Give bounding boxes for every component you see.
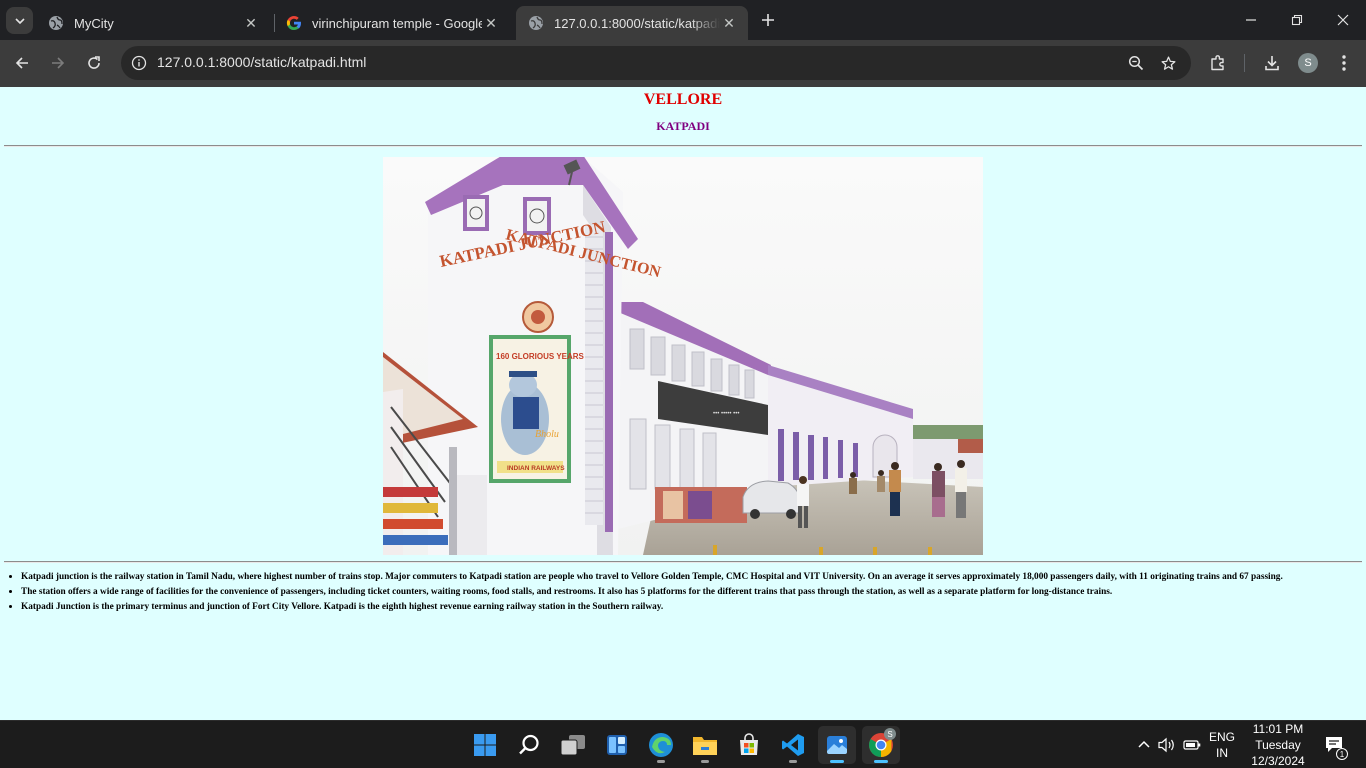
more-menu-icon[interactable] [1332,51,1356,75]
edge-icon [649,733,673,757]
globe-icon [48,15,64,31]
google-icon [286,15,302,31]
clock[interactable]: 11:01 PM Tuesday 12/3/2024 [1240,721,1316,768]
horizontal-rule [4,561,1362,563]
search-icon [519,734,539,755]
browser-toolbar: 127.0.0.1:8000/static/katpadi.html S [0,40,1366,87]
windows-taskbar: S ENG IN 11:01 PM Tuesday 12/3/2024 1 [0,720,1366,768]
microsoft-store-icon [740,733,758,755]
svg-text:••• ••••• •••: ••• ••••• ••• [713,411,739,417]
star-icon[interactable] [1157,52,1179,74]
task-view-icon [560,735,585,756]
language-code: ENG [1208,730,1235,744]
reload-icon [88,56,100,69]
poster-footer: INDIAN RAILWAYS [507,465,565,472]
tab-search-button[interactable] [6,7,33,34]
reload-button[interactable] [79,48,109,78]
running-indicator [874,760,888,763]
forward-button[interactable] [43,48,73,78]
browser-tab-strip: MyCity ✕ virinchipuram temple - Google ✕… [0,0,1366,40]
notification-center-button[interactable]: 1 [1320,721,1350,768]
language-indicator[interactable]: ENG IN [1206,729,1238,761]
plus-icon [762,14,774,26]
address-bar[interactable]: 127.0.0.1:8000/static/katpadi.html [121,46,1191,80]
taskbar-search-button[interactable] [510,726,548,764]
list-item: Katpadi Junction is the primary terminus… [21,601,1351,616]
page-content: VELLORE KATPADI ••• ••••• ••• KATPADI JU… [0,87,1366,720]
tab-title: virinchipuram temple - Google [312,15,482,31]
volume-button[interactable] [1157,721,1177,768]
back-button[interactable] [7,48,37,78]
vscode-icon [782,734,804,756]
page-title: VELLORE [643,91,723,108]
photos-icon [827,736,847,754]
arrow-left-icon [15,57,28,69]
close-icon[interactable]: ✕ [482,14,500,32]
clock-day: Tuesday [1255,738,1301,752]
task-view-button[interactable] [554,726,592,764]
widgets-icon [607,735,627,755]
edge-app[interactable] [642,726,680,764]
close-icon[interactable]: ✕ [242,14,260,32]
keyboard-region: IN [1216,746,1228,760]
file-explorer-icon [693,737,717,755]
site-info-icon[interactable] [127,51,151,75]
tab-title: 127.0.0.1:8000/static/katpadi.html [554,15,720,31]
restore-button[interactable] [1274,0,1320,40]
close-window-button[interactable] [1320,0,1366,40]
start-button[interactable] [466,726,504,764]
toolbar-divider [1244,54,1245,72]
clock-time: 11:01 PM [1252,722,1304,736]
running-indicator [789,760,797,763]
show-hidden-icons-button[interactable] [1134,721,1154,768]
tab-katpadi[interactable]: 127.0.0.1:8000/static/katpadi.html ✕ [516,6,748,40]
zoom-icon[interactable] [1125,52,1147,74]
chrome-app[interactable]: S [862,726,900,764]
minimize-button[interactable] [1228,0,1274,40]
volume-icon [1158,737,1174,753]
list-item: Katpadi junction is the railway station … [21,571,1351,586]
clock-date: 12/3/2024 [1251,754,1305,768]
file-explorer-app[interactable] [686,726,724,764]
battery-icon [1183,740,1201,750]
windows-start-icon [474,734,496,756]
facts-list: Katpadi junction is the railway station … [21,571,1351,616]
microsoft-store-app[interactable] [730,726,768,764]
tab-mycity[interactable]: MyCity ✕ [36,6,270,40]
running-indicator [657,760,665,763]
minimize-icon [1246,19,1256,21]
battery-button[interactable] [1182,721,1202,768]
new-tab-button[interactable] [756,8,780,32]
list-item: The station offers a wide range of facil… [21,586,1351,601]
poster-title: 160 GLORIOUS YEARS [496,352,585,361]
katpadi-station-photo: ••• ••••• ••• KATPADI JUNCTION KATPADI J… [383,157,983,555]
widgets-button[interactable] [598,726,636,764]
notification-count-badge: 1 [1336,748,1348,760]
running-indicator [830,760,844,763]
chrome-profile-badge: S [884,728,896,740]
chevron-down-icon [14,17,25,24]
tab-title: MyCity [74,15,114,31]
profile-avatar[interactable]: S [1298,53,1318,73]
globe-icon [528,15,544,31]
close-icon [1337,14,1349,26]
extensions-icon[interactable] [1206,51,1230,75]
page-subtitle: KATPADI [656,119,710,133]
arrow-right-icon [52,57,65,69]
download-icon[interactable] [1260,51,1284,75]
chevron-up-icon [1138,740,1150,748]
close-icon[interactable]: ✕ [720,14,738,32]
poster-mascot: Bholu [535,429,559,440]
photos-app[interactable] [818,726,856,764]
vscode-app[interactable] [774,726,812,764]
restore-icon [1291,14,1303,26]
tab-google-search[interactable]: virinchipuram temple - Google ✕ [274,6,510,40]
horizontal-rule [4,145,1362,147]
running-indicator [701,760,709,763]
url-text[interactable]: 127.0.0.1:8000/static/katpadi.html [157,54,366,70]
